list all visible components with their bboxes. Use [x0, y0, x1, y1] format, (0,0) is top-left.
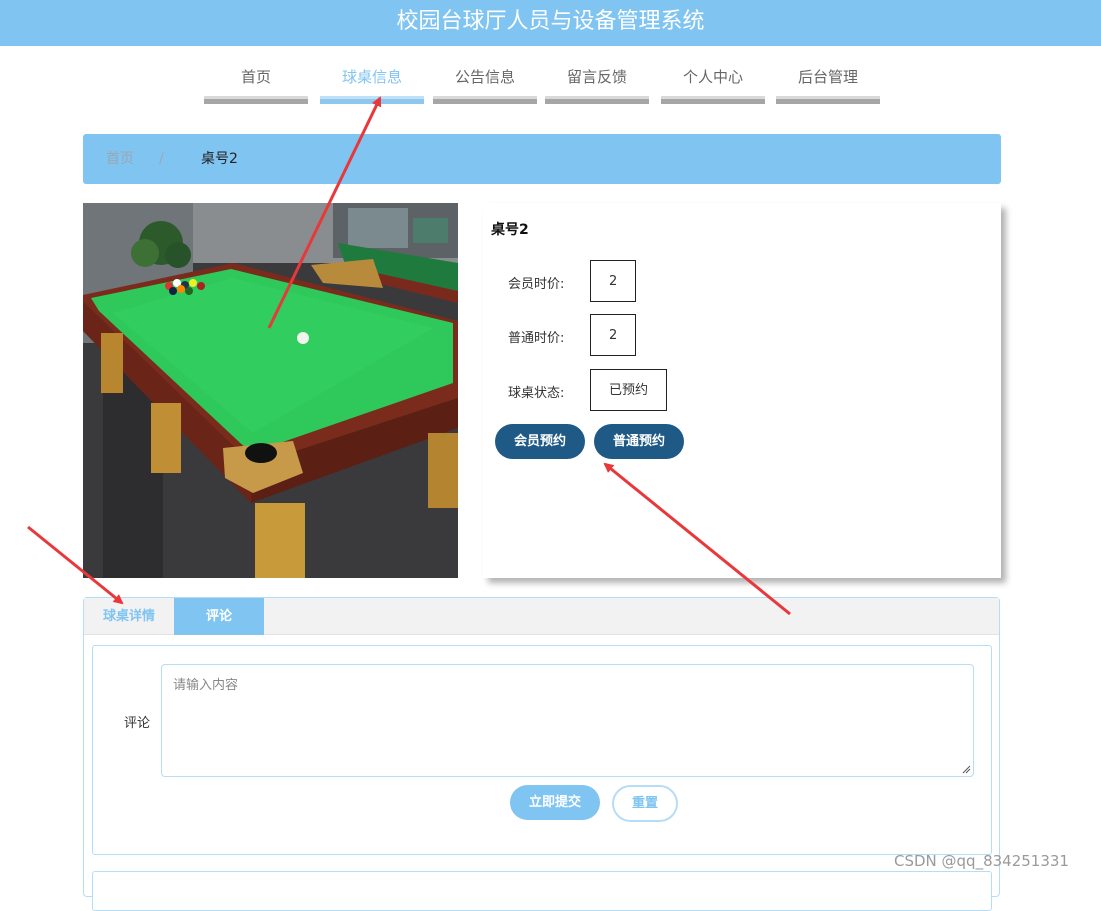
tab-table-details[interactable]: 球桌详情 [84, 598, 174, 635]
submit-button[interactable]: 立即提交 [510, 785, 600, 820]
reset-button[interactable]: 重置 [612, 785, 678, 822]
resize-grip-icon[interactable] [961, 764, 971, 774]
breadcrumb-home-link[interactable]: 首页 [106, 134, 134, 184]
nav-item-label: 个人中心 [682, 68, 743, 86]
nav-item-underline [545, 96, 649, 104]
nav-item-label: 公告信息 [454, 68, 515, 86]
nav-item-table-info[interactable]: 球桌信息 [320, 58, 424, 104]
table-photo [83, 203, 458, 578]
table-detail-card: 桌号2 会员时价: 2 普通时价: 2 球桌状态: 已预约 会员预约 普通预约 [483, 203, 1001, 578]
regular-price-value: 2 [590, 314, 637, 356]
nav-item-label: 首页 [240, 68, 271, 86]
nav-item-label: 留言反馈 [566, 68, 627, 86]
table-status-label: 球桌状态: [508, 386, 565, 401]
detail-tabs-panel: 球桌详情 评论 评论 立即提交 重置 [83, 597, 1000, 911]
nav-item-feedback[interactable]: 留言反馈 [545, 58, 649, 104]
nav-item-announcements[interactable]: 公告信息 [433, 58, 537, 104]
breadcrumb-separator: / [159, 151, 164, 167]
comment-input[interactable] [161, 664, 974, 777]
member-price-label: 会员时价: [508, 277, 565, 292]
regular-booking-button[interactable]: 普通预约 [594, 424, 684, 459]
tab-comments[interactable]: 评论 [174, 598, 264, 635]
site-title: 校园台球厅人员与设备管理系统 [396, 9, 705, 34]
nav-item-label: 后台管理 [797, 68, 858, 86]
comment-form: 评论 立即提交 重置 [92, 645, 992, 855]
nav-item-home[interactable]: 首页 [204, 58, 308, 104]
watermark: CSDN @qq_834251331 [894, 852, 1069, 870]
site-header: 校园台球厅人员与设备管理系统 [0, 0, 1101, 46]
nav-item-underline [320, 96, 424, 104]
nav-item-admin[interactable]: 后台管理 [776, 58, 880, 104]
table-name: 桌号2 [491, 222, 529, 238]
nav-item-underline [204, 96, 308, 104]
member-price-value: 2 [590, 260, 637, 302]
tabs-header: 球桌详情 评论 [84, 598, 999, 635]
nav-item-underline [433, 96, 537, 104]
nav-item-underline [661, 96, 765, 104]
breadcrumb-current: 桌号2 [201, 151, 238, 167]
comment-label: 评论 [124, 716, 151, 731]
table-status-value: 已预约 [590, 369, 668, 411]
regular-price-label: 普通时价: [508, 331, 565, 346]
member-booking-button[interactable]: 会员预约 [495, 424, 585, 459]
breadcrumb: 首页 / 桌号2 [83, 134, 1001, 184]
nav-item-label: 球桌信息 [341, 68, 402, 86]
nav-item-profile[interactable]: 个人中心 [661, 58, 765, 104]
nav-item-underline [776, 96, 880, 104]
comment-list [92, 871, 992, 911]
